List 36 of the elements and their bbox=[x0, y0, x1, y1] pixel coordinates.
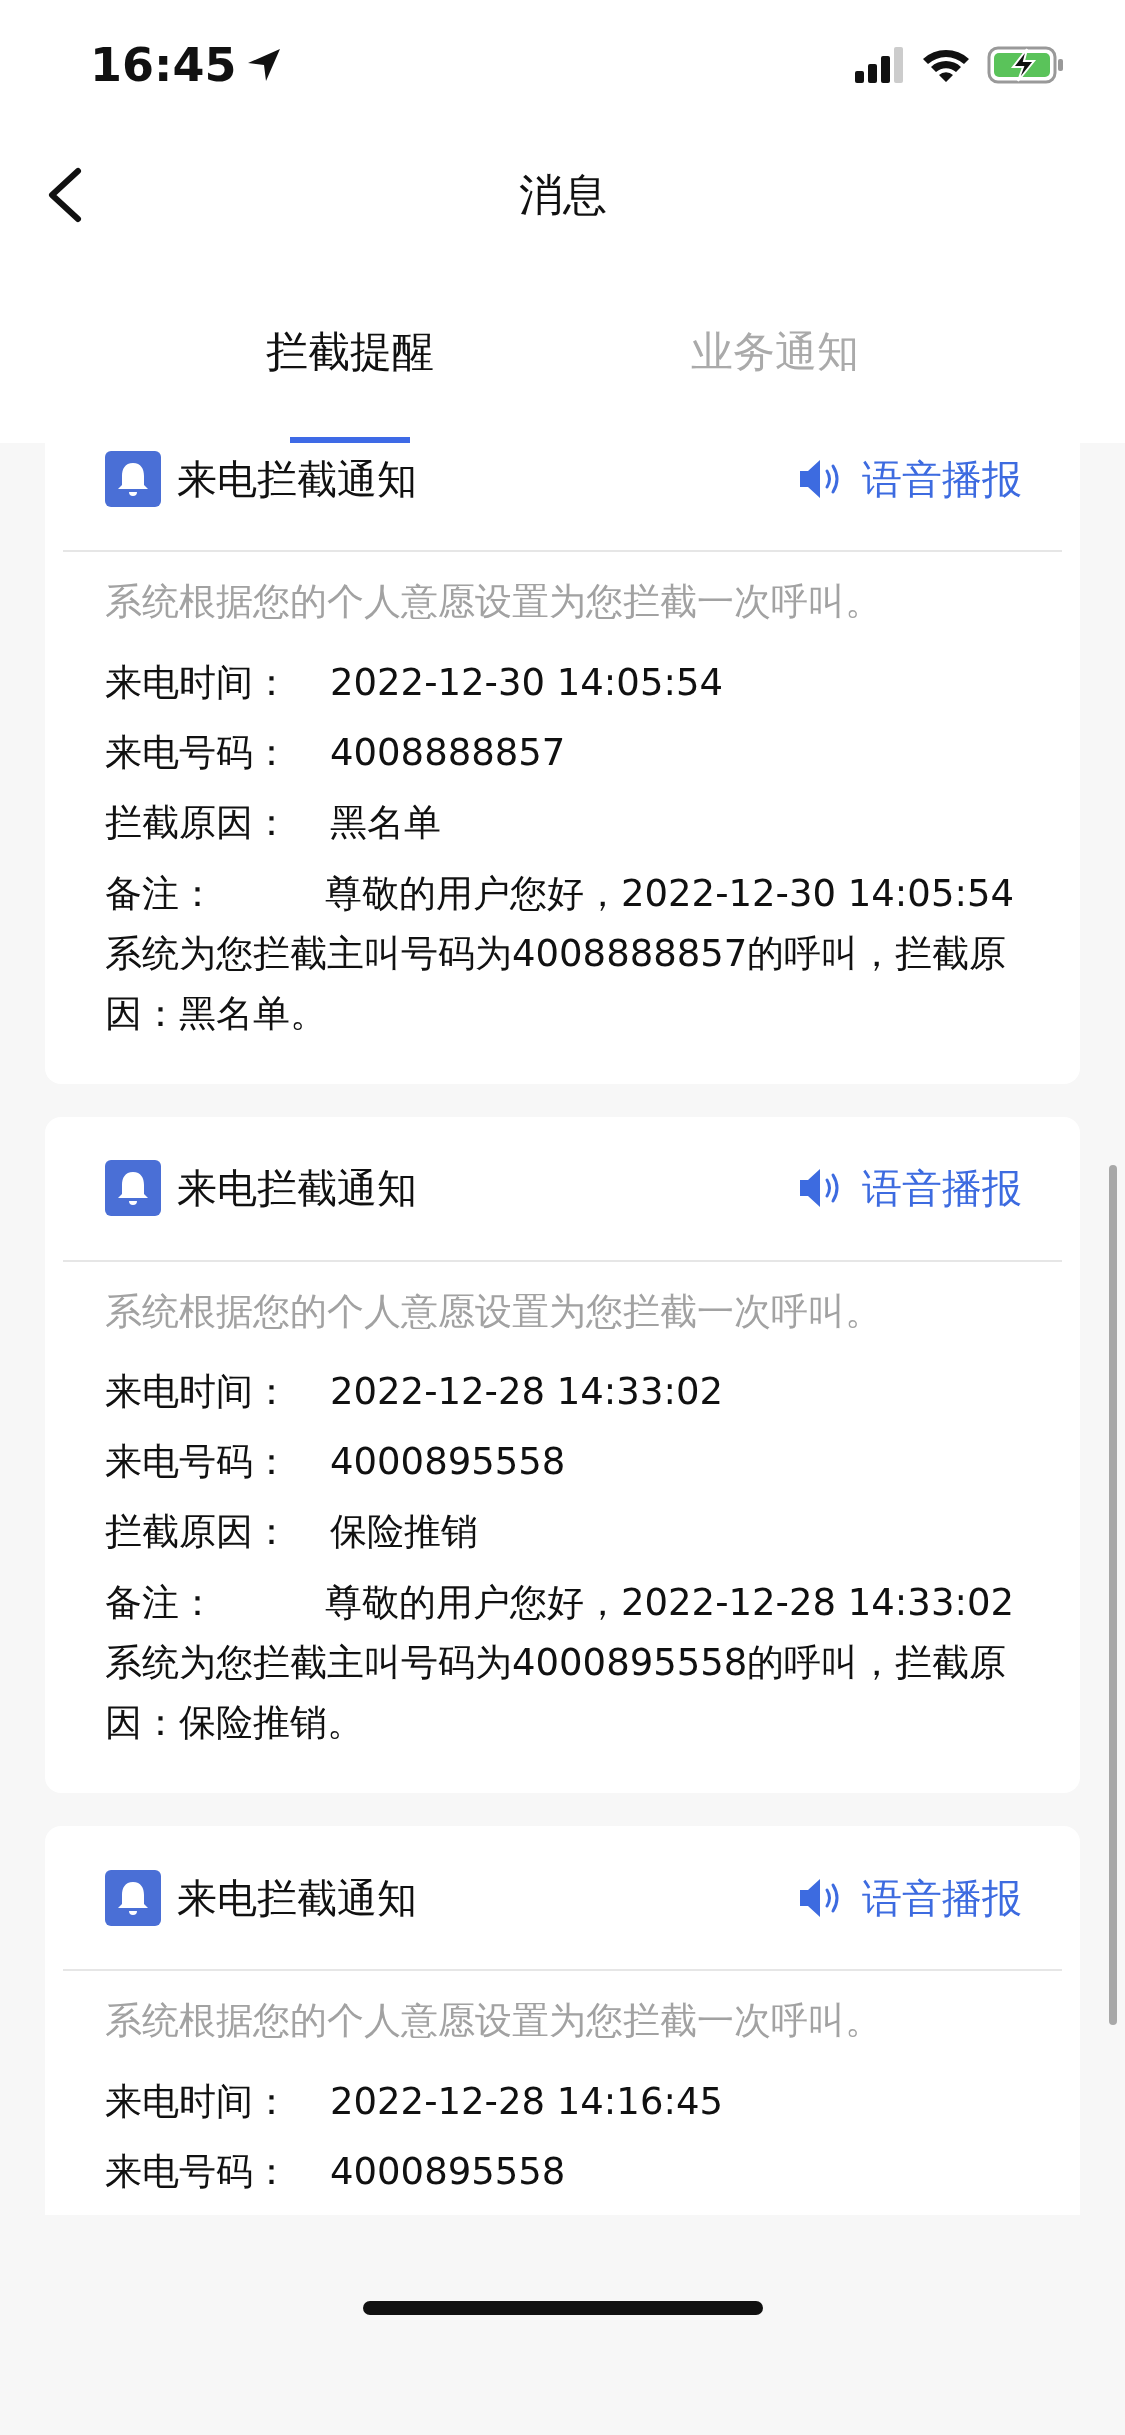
field-value: 保险推销 bbox=[330, 1509, 478, 1556]
field-label: 来电时间： bbox=[105, 659, 291, 706]
field-value: 4000895558 bbox=[330, 2148, 566, 2195]
field-value: 黑名单 bbox=[330, 799, 441, 846]
card-title: 来电拦截通知 bbox=[177, 454, 417, 504]
field-label: 拦截原因： bbox=[105, 799, 291, 846]
field-label: 来电时间： bbox=[105, 2078, 291, 2125]
bell-icon bbox=[105, 1869, 161, 1926]
field-label: 来电号码： bbox=[105, 1439, 291, 1486]
status-time: 16:45 bbox=[90, 36, 237, 94]
card-title: 来电拦截通知 bbox=[177, 1164, 417, 1213]
remark-text: 备注： 尊敬的用户您好，2022-12-30 14:05:54 系统为您拦截主叫号码为4008888857的呼叫，拦截原因：黑名单。 bbox=[105, 870, 1015, 1037]
bell-icon bbox=[105, 1160, 161, 1216]
wifi-icon bbox=[921, 47, 971, 83]
description-text: 系统根据您的个人意愿设置为您拦截一次呼叫。 bbox=[105, 579, 883, 625]
bell-icon bbox=[105, 450, 161, 507]
voice-broadcast-button[interactable]: 语音播报 bbox=[798, 448, 1022, 509]
tab[interactable]: 拦截提醒 bbox=[200, 260, 500, 443]
field-label: 来电号码： bbox=[105, 729, 291, 776]
voice-broadcast-button[interactable]: 语音播报 bbox=[798, 1158, 1022, 1218]
field-label: 拦截原因： bbox=[105, 1509, 291, 1556]
field-value: 4000895558 bbox=[330, 1439, 566, 1486]
field-value: 2022-12-30 14:05:54 bbox=[330, 659, 723, 706]
field-value: 2022-12-28 14:16:45 bbox=[330, 2078, 723, 2125]
page-title: 消息 bbox=[518, 168, 607, 222]
description-text: 系统根据您的个人意愿设置为您拦截一次呼叫。 bbox=[105, 1288, 883, 1335]
field-label: 来电时间： bbox=[105, 1369, 291, 1416]
battery-charging-icon bbox=[987, 45, 1065, 85]
voice-broadcast-button[interactable]: 语音播报 bbox=[798, 1867, 1022, 1928]
card-title: 来电拦截通知 bbox=[177, 1873, 417, 1923]
description-text: 系统根据您的个人意愿设置为您拦截一次呼叫。 bbox=[105, 1998, 883, 2044]
field-value: 2022-12-28 14:33:02 bbox=[330, 1369, 723, 1416]
field-label: 来电号码： bbox=[105, 2148, 291, 2195]
remark-text: 备注： 尊敬的用户您好，2022-12-28 14:33:02 系统为您拦截主叫号码为4000895558的呼叫，拦截原因：保险推销。 bbox=[105, 1580, 1015, 1746]
signal-icon bbox=[855, 47, 905, 83]
field-value: 4008888857 bbox=[330, 729, 566, 776]
